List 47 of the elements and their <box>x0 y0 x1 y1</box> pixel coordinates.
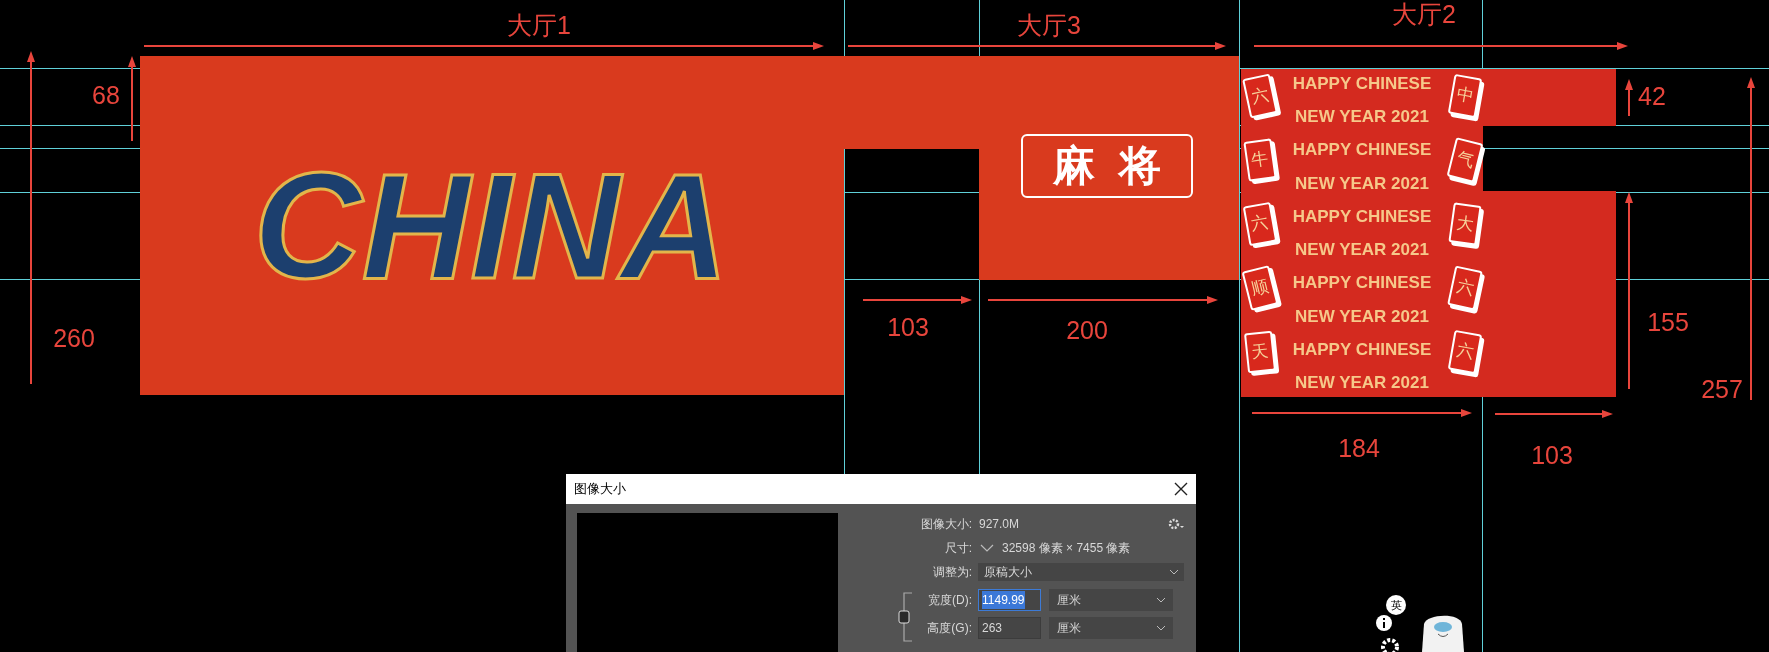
chevron-icon[interactable] <box>980 543 994 553</box>
dimension-label: 42 <box>1638 83 1666 109</box>
china-lettering: CHINA <box>252 150 730 301</box>
unit-dropdown[interactable]: 厘米 <box>1049 617 1173 639</box>
poster-text: HAPPY CHINESE <box>1292 141 1432 159</box>
poster-text: NEW YEAR 2021 <box>1295 174 1429 192</box>
logo-text: 麻将 <box>1052 145 1185 187</box>
input-method-button[interactable]: 英 <box>1386 595 1406 615</box>
caret-icon <box>1157 625 1165 631</box>
poster-text: NEW YEAR 2021 <box>1295 241 1429 259</box>
resample-dropdown[interactable]: 原稿大小 <box>978 563 1184 581</box>
dimension-label: 200 <box>1066 317 1108 343</box>
dialog-title: 图像大小 <box>574 480 626 499</box>
dimension-label: 257 <box>1701 376 1743 402</box>
dimension-label: 大厅1 <box>507 12 571 38</box>
info-icon <box>1376 615 1392 631</box>
dimension-label: 大厅3 <box>1017 12 1081 38</box>
close-icon[interactable] <box>1174 482 1188 496</box>
poster-text: NEW YEAR 2021 <box>1295 373 1429 391</box>
dimension-label: 68 <box>92 82 120 108</box>
poster-text: HAPPY CHINESE <box>1292 274 1432 292</box>
caret-icon <box>1157 597 1165 603</box>
poster-text: HAPPY CHINESE <box>1292 340 1432 358</box>
field-label: 调整为: <box>931 564 973 581</box>
field-label: 高度(G): <box>926 620 973 637</box>
field-label: 宽度(D): <box>927 592 973 609</box>
input-field[interactable]: 1149.99 <box>978 589 1041 611</box>
poster-text: NEW YEAR 2021 <box>1295 307 1429 325</box>
dimension-label: 103 <box>887 314 929 340</box>
dimension-arrow <box>1625 79 1633 116</box>
poster-text: NEW YEAR 2021 <box>1295 108 1429 126</box>
field-value: 32598 像素 × 7455 像素 <box>1002 540 1131 557</box>
dimension-label: 大厅2 <box>1392 1 1456 27</box>
field-label: 图像大小: <box>919 516 973 533</box>
poster-text: HAPPY CHINESE <box>1292 75 1432 92</box>
field-value: 927.0M <box>979 516 1020 533</box>
dimension-label: 184 <box>1338 435 1380 461</box>
settings-icon[interactable] <box>1168 518 1184 530</box>
input-field[interactable]: 263 <box>978 617 1041 639</box>
caret-icon <box>1170 569 1178 575</box>
unit-dropdown[interactable]: 厘米 <box>1049 589 1173 611</box>
settings-icon <box>1381 638 1399 652</box>
dimension-label: 155 <box>1647 309 1689 335</box>
field-label: 尺寸: <box>943 540 973 557</box>
dimension-label: 103 <box>1531 442 1573 468</box>
poster-text: HAPPY CHINESE <box>1292 207 1432 225</box>
dimension-label: 260 <box>53 325 95 351</box>
